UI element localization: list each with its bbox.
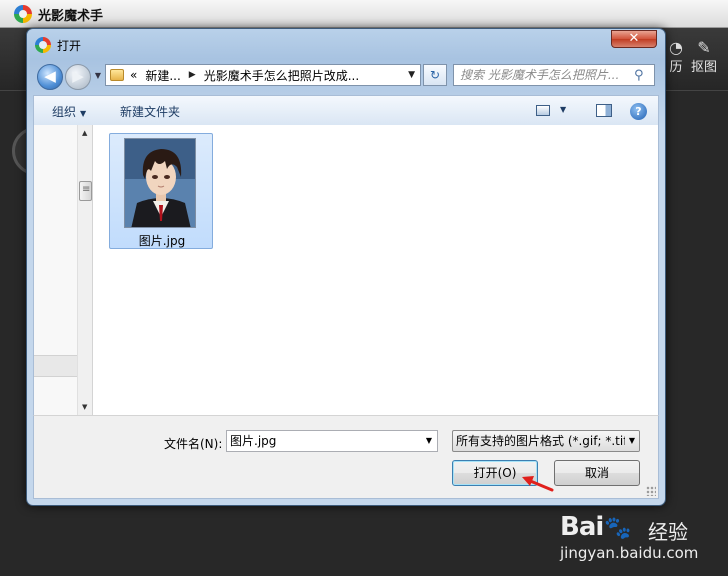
command-bar: 组织 ▼ 新建文件夹 ▼ ? — [33, 95, 659, 125]
toolbar-history-label: 历 — [669, 60, 683, 75]
search-placeholder: 搜索 光影魔术手怎么把照片... — [460, 68, 620, 82]
filename-field[interactable]: 图片.jpg ▼ — [226, 430, 438, 452]
folder-icon — [110, 69, 124, 81]
chevron-down-icon[interactable]: ▼ — [625, 431, 639, 451]
new-folder-button[interactable]: 新建文件夹 — [120, 103, 180, 120]
close-icon: ✕ — [628, 31, 640, 46]
file-type-value: 所有支持的图片格式 (*.gif; *.tif — [456, 434, 628, 448]
baidu-jingyan-watermark: Bai🐾 经验 jingyan.baidu.com — [560, 510, 720, 570]
chevron-down-icon[interactable]: ▼ — [408, 70, 415, 80]
scroll-down-arrow-icon[interactable]: ▼ — [82, 403, 87, 411]
cancel-button[interactable]: 取消 — [554, 460, 640, 486]
close-button[interactable]: ✕ — [611, 30, 657, 48]
navigation-pane[interactable] — [33, 125, 78, 415]
watermark-brand-right: 经验 — [648, 520, 688, 544]
file-type-select[interactable]: 所有支持的图片格式 (*.gif; *.tif ▼ — [452, 430, 640, 452]
app-logo-icon — [14, 5, 32, 23]
app-titlebar: 光影魔术手 — [0, 0, 728, 28]
resize-grip-icon[interactable] — [646, 486, 656, 496]
chevron-down-icon[interactable]: ▼ — [560, 105, 566, 114]
preview-pane-icon[interactable] — [596, 104, 612, 117]
address-bar[interactable]: « 新建... ▶ 光影魔术手怎么把照片改成... ▼ — [105, 64, 421, 86]
breadcrumb-item[interactable]: 光影魔术手怎么把照片改成... — [204, 67, 359, 84]
portrait-thumbnail-image — [125, 139, 195, 227]
baidu-paw-icon: 🐾 — [604, 516, 631, 541]
recent-locations-button[interactable]: ▼ — [93, 71, 103, 83]
help-icon[interactable]: ? — [630, 103, 647, 120]
organize-label: 组织 — [52, 105, 77, 119]
forward-arrow-icon: ▶ — [72, 67, 84, 85]
scroll-up-arrow-icon[interactable]: ▲ — [82, 129, 87, 137]
file-name: 图片.jpg — [138, 234, 186, 248]
breadcrumb-separator-icon[interactable]: ▶ — [189, 70, 196, 80]
navigation-scrollbar[interactable]: ▲ ▼ — [77, 125, 93, 415]
file-item[interactable]: 图片.jpg — [109, 133, 213, 249]
dialog-title: 打开 — [57, 39, 82, 53]
search-input[interactable]: 搜索 光影魔术手怎么把照片... ⚲ — [453, 64, 655, 86]
forward-button[interactable]: ▶ — [65, 64, 91, 90]
cutout-pin-icon: ✎ — [697, 38, 711, 57]
file-thumbnail — [124, 138, 196, 228]
app-title: 光影魔术手 — [38, 9, 104, 24]
refresh-icon: ↻ — [429, 68, 441, 82]
watermark-url: jingyan.baidu.com — [560, 544, 699, 562]
back-button[interactable]: ◀ — [37, 64, 63, 90]
toolbar-cutout-label: 抠图 — [690, 60, 717, 75]
file-list[interactable]: 图片.jpg — [93, 125, 659, 415]
chevron-down-icon: ▼ — [80, 109, 87, 118]
navigation-pane-item[interactable] — [34, 355, 78, 377]
scroll-thumb[interactable] — [79, 181, 92, 201]
toolbar-cutout[interactable]: ✎ 抠图 — [684, 38, 724, 76]
dialog-app-icon — [35, 37, 51, 53]
organize-button[interactable]: 组织 ▼ — [52, 103, 86, 120]
chevron-down-icon: ▼ — [94, 71, 102, 80]
dialog-footer: 文件名(N): 图片.jpg ▼ 所有支持的图片格式 (*.gif; *.tif… — [33, 415, 659, 499]
back-arrow-icon: ◀ — [44, 67, 56, 85]
chevron-down-icon[interactable]: ▼ — [426, 431, 432, 451]
search-icon[interactable]: ⚲ — [634, 66, 644, 86]
red-arrow-icon — [522, 476, 554, 492]
watermark-brand-left: Bai — [560, 512, 604, 542]
filename-label: 文件名(N): — [164, 437, 223, 451]
watermark-logo: Bai🐾 — [560, 512, 632, 542]
change-view-icon[interactable] — [536, 105, 550, 116]
refresh-button[interactable]: ↻ — [423, 64, 447, 86]
breadcrumb-item[interactable]: 新建... — [145, 67, 180, 84]
open-dialog: 打开 ✕ ◀ ▶ ▼ « 新建... ▶ 光影魔术手怎么把照片改成... ▼ ↻… — [26, 28, 666, 506]
address-overflow[interactable]: « — [130, 68, 137, 82]
filename-value: 图片.jpg — [230, 434, 277, 448]
